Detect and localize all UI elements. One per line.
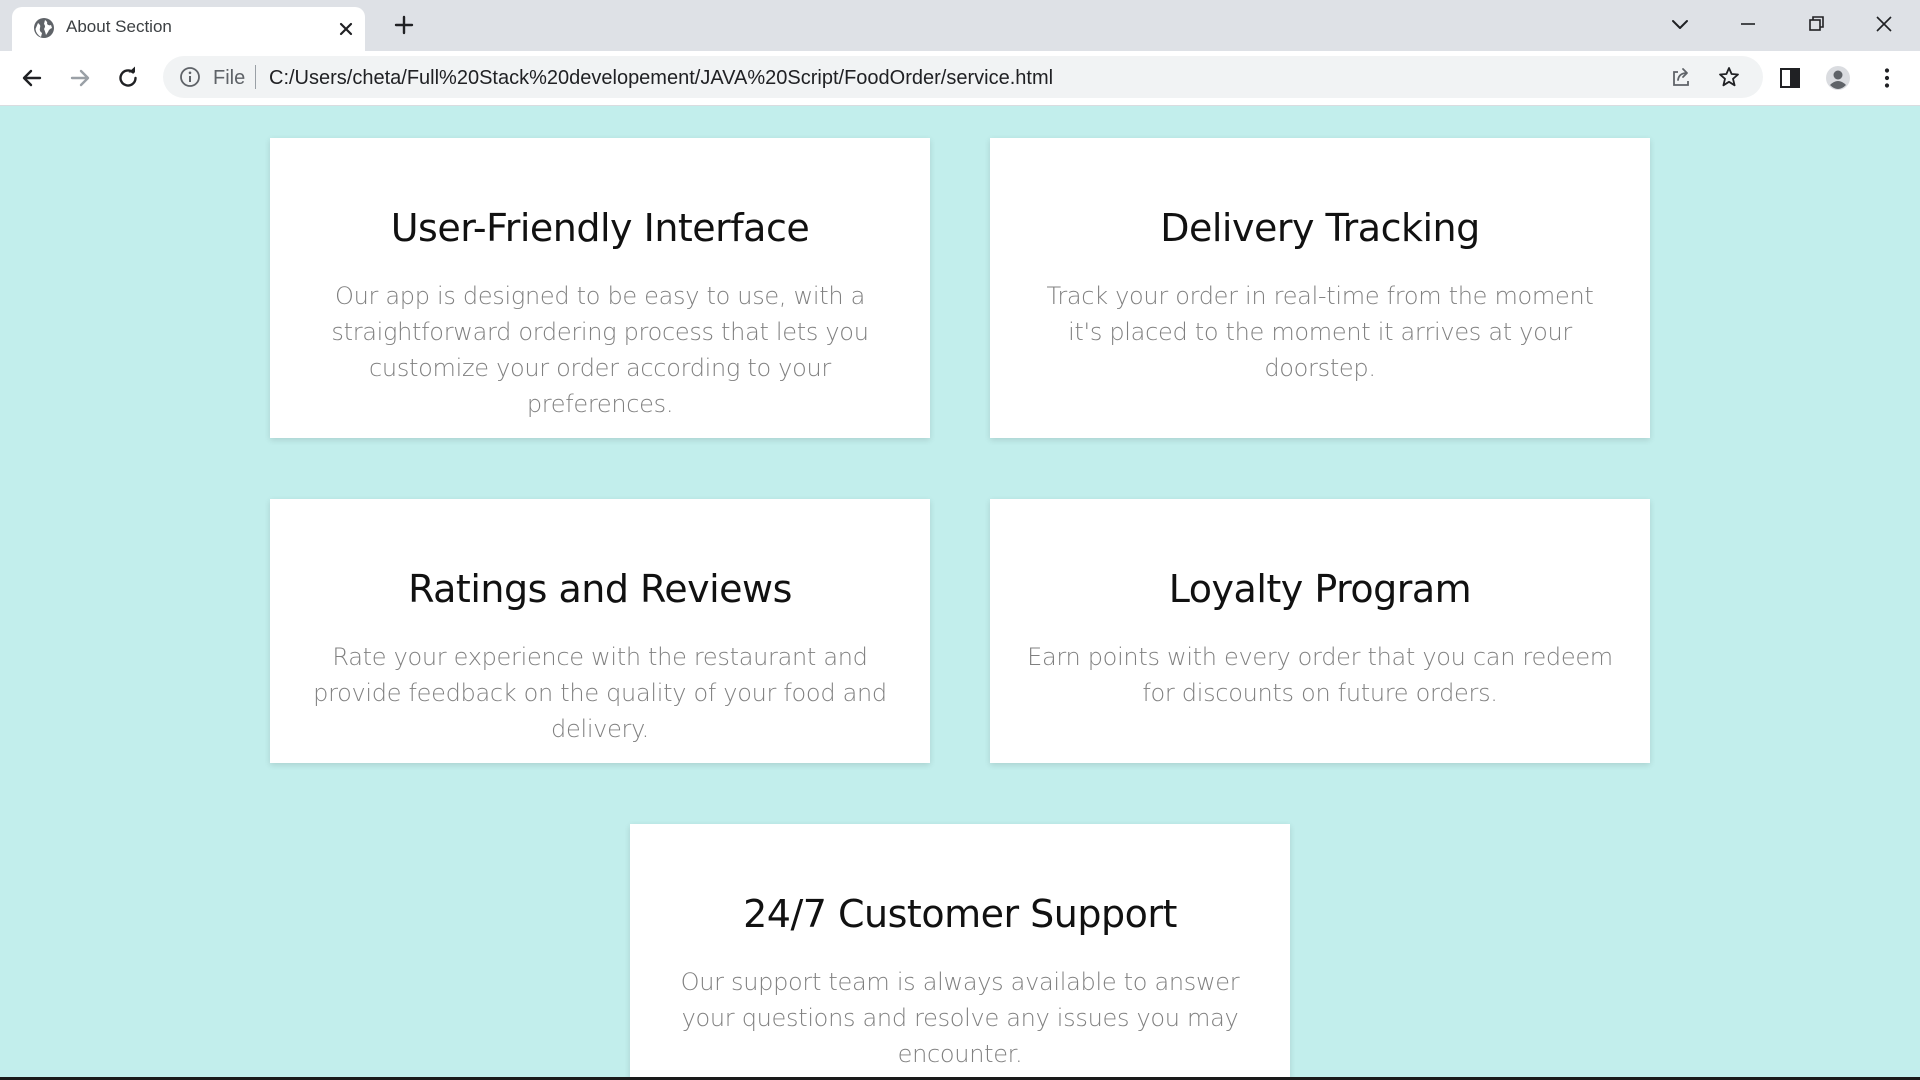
service-description: Our support team is always available to … (680, 968, 1240, 1068)
service-card-user-friendly: User-Friendly Interface Our app is desig… (270, 138, 930, 438)
address-bar[interactable]: File C:/Users/cheta/Full%20Stack%20devel… (163, 56, 1763, 98)
service-description: Earn points with every order that you ca… (1027, 643, 1613, 707)
tab-title: About Section (66, 17, 172, 36)
side-panel-icon[interactable] (1776, 64, 1804, 92)
service-title: 24/7 Customer Support (743, 892, 1177, 936)
scheme-label: File (213, 67, 246, 89)
new-tab-icon[interactable] (392, 13, 416, 37)
service-title: Delivery Tracking (1160, 206, 1480, 250)
service-description: Track your order in real-time from the m… (1046, 282, 1594, 382)
url-text[interactable]: C:/Users/cheta/Full%20Stack%20developeme… (269, 67, 1053, 90)
service-card-customer-support: 24/7 Customer Support Our support team i… (630, 824, 1290, 1077)
info-icon[interactable] (179, 66, 201, 88)
tab-strip: About Section (0, 0, 1920, 51)
globe-icon (34, 18, 54, 38)
more-menu-icon[interactable] (1873, 64, 1901, 92)
service-description: Our app is designed to be easy to use, w… (331, 282, 869, 418)
browser-window: About Section File C:/Users/cheta/Full%2… (0, 0, 1920, 1080)
restore-icon[interactable] (1800, 8, 1832, 40)
service-title: Ratings and Reviews (408, 567, 792, 611)
close-window-icon[interactable] (1868, 8, 1900, 40)
browser-tab[interactable]: About Section (12, 7, 365, 51)
back-arrow-icon[interactable] (18, 64, 46, 92)
services-page: User-Friendly Interface Our app is desig… (0, 106, 1920, 1077)
tab-search-chevron-icon[interactable] (1664, 8, 1696, 40)
minimize-icon[interactable] (1732, 8, 1764, 40)
bookmark-star-icon[interactable] (1717, 65, 1741, 89)
service-title: Loyalty Program (1168, 567, 1472, 611)
browser-toolbar: File C:/Users/cheta/Full%20Stack%20devel… (0, 51, 1920, 106)
address-separator (255, 65, 256, 89)
service-card-loyalty-program: Loyalty Program Earn points with every o… (990, 499, 1650, 763)
service-card-delivery-tracking: Delivery Tracking Track your order in re… (990, 138, 1650, 438)
profile-avatar-icon[interactable] (1824, 64, 1852, 92)
service-title: User-Friendly Interface (390, 206, 810, 250)
close-tab-icon[interactable] (335, 18, 357, 40)
reload-icon[interactable] (114, 64, 142, 92)
service-card-ratings-reviews: Ratings and Reviews Rate your experience… (270, 499, 930, 763)
service-description: Rate your experience with the restaurant… (313, 643, 887, 743)
share-icon[interactable] (1669, 65, 1693, 89)
forward-arrow-icon[interactable] (66, 64, 94, 92)
